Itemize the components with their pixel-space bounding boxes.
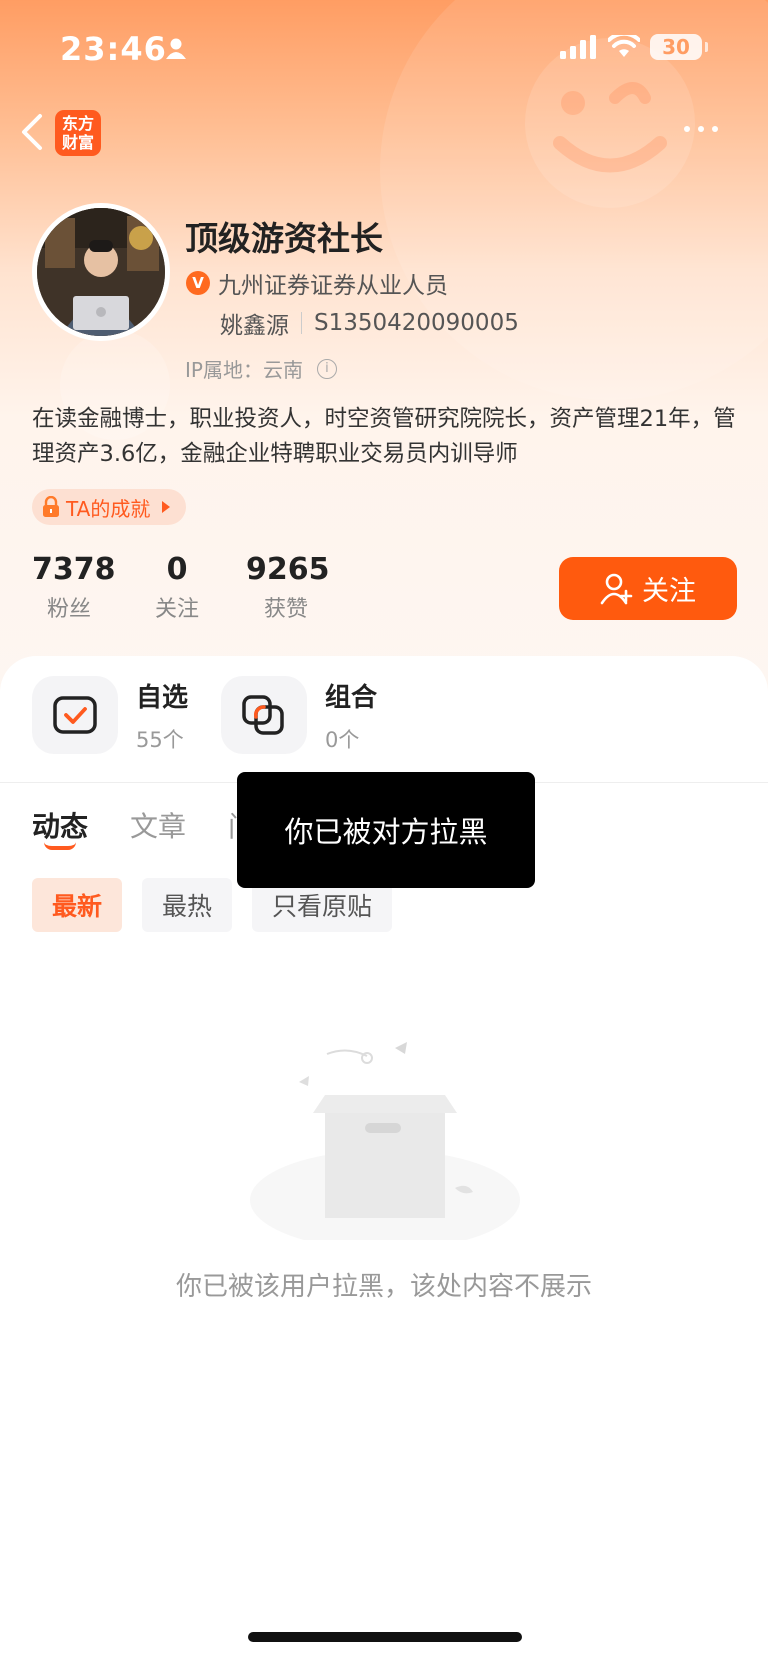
wifi-icon: [608, 35, 640, 57]
empty-box-illustration: [250, 1042, 520, 1240]
more-dot-icon: [698, 126, 704, 132]
avatar-photo: [37, 208, 165, 336]
status-time: 23:46: [60, 30, 167, 68]
certificate-row: 姚鑫源 S1350420090005: [220, 306, 519, 340]
portfolio-entry[interactable]: 组合 0个: [221, 676, 377, 754]
portfolio-icon-box: [221, 676, 307, 754]
logo-line-1: 东方: [61, 114, 94, 133]
verification-row: V 九州证券证券从业人员: [186, 266, 448, 300]
logo-line-2: 财富: [61, 133, 94, 152]
stat-label: 粉丝: [46, 597, 91, 622]
achievement-button[interactable]: TA的成就: [32, 489, 187, 525]
follow-label: 关注: [642, 576, 696, 607]
blocked-toast: 你已被对方拉黑: [237, 772, 535, 888]
follow-button[interactable]: 关注: [559, 557, 737, 620]
more-options-button[interactable]: [684, 126, 718, 132]
verification-text: 九州证券证券从业人员: [218, 273, 448, 299]
user-nickname: 顶级游资社长: [185, 219, 383, 258]
certificate-name: 姚鑫源: [220, 313, 289, 339]
stat-value: 9265: [246, 552, 330, 587]
certificate-number: S1350420090005: [314, 310, 519, 336]
more-dot-icon: [684, 126, 690, 132]
stat-fans[interactable]: 7378 粉丝: [32, 552, 116, 623]
watchlist-count: 55个: [136, 727, 184, 752]
portfolio-count: 0个: [325, 727, 360, 752]
more-dot-icon: [712, 126, 718, 132]
tab-articles[interactable]: 文章: [130, 805, 186, 845]
tab-dynamic[interactable]: 动态: [32, 805, 88, 845]
watchlist-icon-box: [32, 676, 118, 754]
person-icon: [166, 38, 186, 59]
stat-value: 7378: [32, 552, 116, 587]
ip-location-row: IP属地：云南 i: [185, 354, 337, 383]
home-indicator[interactable]: [248, 1632, 522, 1642]
avatar[interactable]: [32, 203, 170, 341]
triangle-right-icon: [162, 501, 171, 513]
filter-hottest[interactable]: 最热: [142, 878, 233, 932]
portfolio-title: 组合: [325, 682, 378, 713]
battery-indicator: 30: [650, 34, 708, 60]
empty-state-message: 你已被该用户拉黑，该处内容不展示: [175, 1272, 592, 1302]
signal-icon: [560, 35, 596, 59]
verified-badge-icon: V: [186, 271, 210, 295]
back-arrow-icon[interactable]: [18, 112, 48, 152]
stat-value: 0: [166, 552, 188, 587]
overlap-squares-icon: [242, 695, 284, 735]
ip-location: IP属地：云南: [185, 358, 303, 382]
watchlist-entry[interactable]: 自选 55个: [32, 676, 188, 754]
app-logo[interactable]: 东方 财富: [55, 110, 101, 156]
status-icons: 30: [560, 34, 708, 60]
stat-following[interactable]: 0 关注: [150, 552, 204, 623]
watchlist-title: 自选: [136, 682, 189, 713]
stat-likes[interactable]: 9265 获赞: [246, 552, 330, 623]
info-icon[interactable]: i: [316, 358, 337, 379]
check-box-icon: [53, 696, 97, 734]
filter-latest[interactable]: 最新: [32, 878, 123, 932]
lock-icon: [43, 496, 59, 517]
divider: [301, 312, 302, 334]
achievement-label: TA的成就: [66, 496, 151, 521]
stat-label: 关注: [154, 597, 199, 622]
stat-label: 获赞: [263, 597, 308, 622]
tab-active-indicator: [44, 842, 76, 850]
user-bio: 在读金融博士，职业投资人，时空资管研究院院长，资产管理21年，管理资产3.6亿，…: [32, 406, 736, 467]
add-user-icon: [600, 573, 633, 604]
